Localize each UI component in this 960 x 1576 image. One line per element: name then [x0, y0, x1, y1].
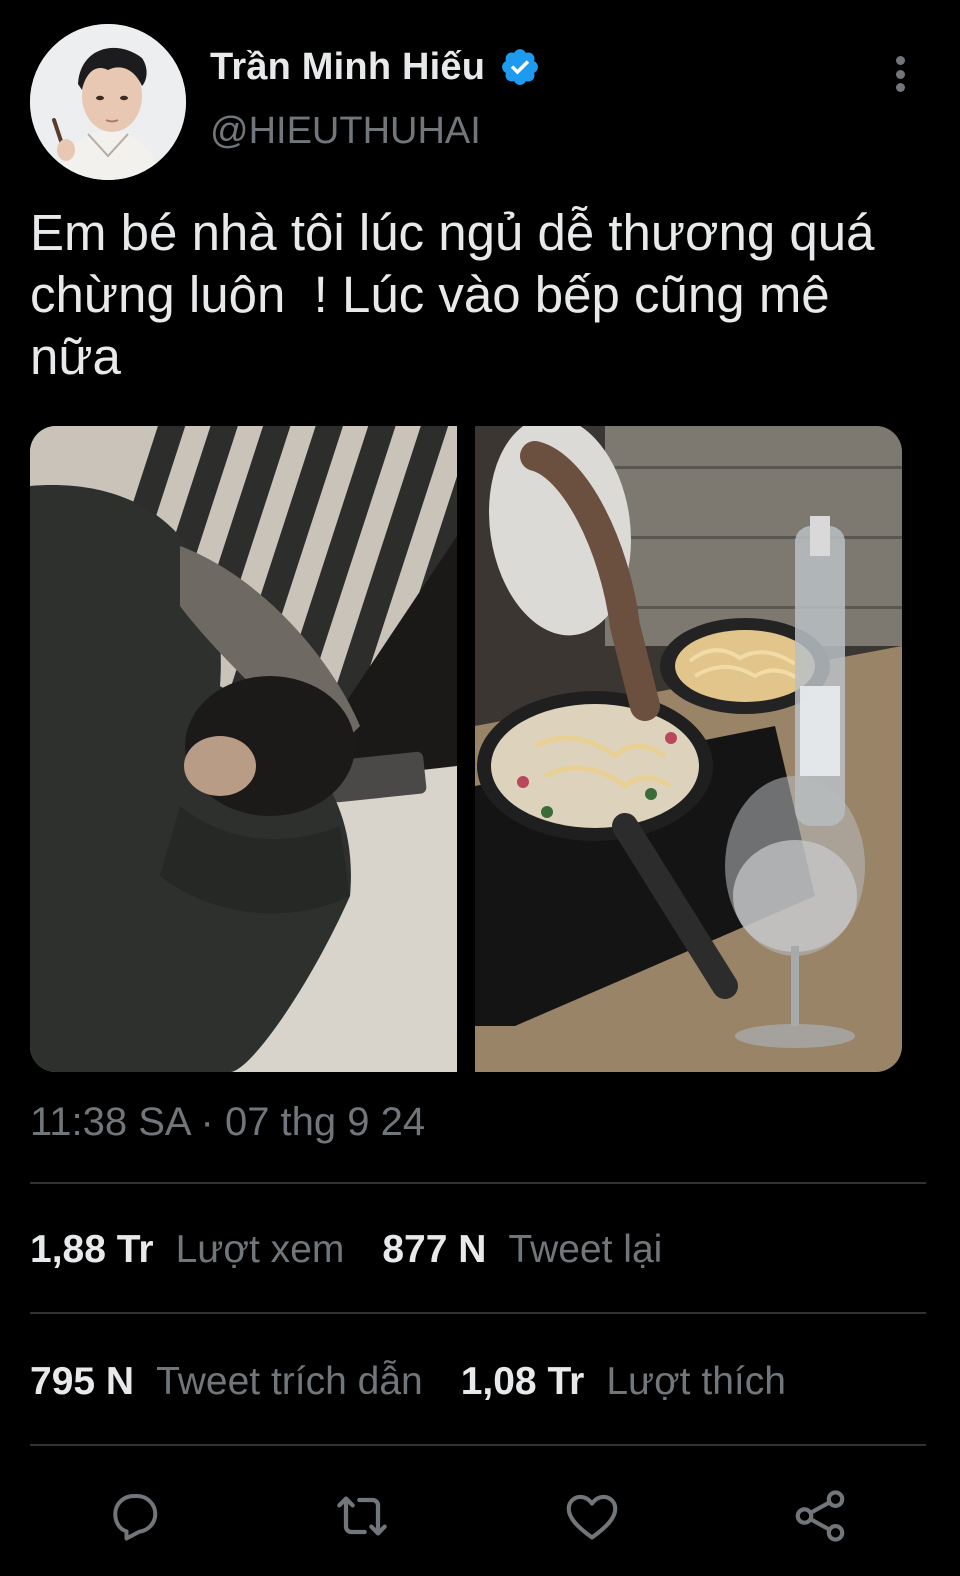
tweet-header: Trần Minh Hiếu @HIEUTHUHAI — [30, 24, 930, 184]
name-row: Trần Minh Hiếu — [210, 44, 541, 90]
retweets-label[interactable]: Tweet lại — [508, 1228, 662, 1272]
like-button[interactable] — [560, 1484, 624, 1548]
author-handle[interactable]: @HIEUTHUHAI — [210, 110, 481, 153]
reply-icon — [113, 1494, 158, 1541]
likes-count[interactable]: 1,08 Tr — [461, 1360, 585, 1404]
views-count: 1,88 Tr — [30, 1228, 154, 1271]
divider — [30, 1444, 926, 1446]
share-button[interactable] — [788, 1484, 852, 1548]
verified-badge-icon[interactable] — [499, 46, 541, 88]
more-dot — [895, 83, 905, 92]
quotes-count[interactable]: 795 N — [30, 1360, 134, 1404]
views-label: Lượt xem — [175, 1228, 345, 1271]
more-dot — [895, 56, 905, 65]
reply-button[interactable] — [102, 1484, 166, 1548]
sleeping-person-photo-icon — [30, 426, 457, 1072]
media-photo-sleeping[interactable] — [30, 426, 457, 1072]
quotes-label[interactable]: Tweet trích dẫn — [156, 1360, 423, 1404]
tweet-text: Em bé nhà tôi lúc ngủ dễ thương quá chừn… — [30, 204, 875, 385]
retweet-icon — [337, 1496, 387, 1536]
author-display-name[interactable]: Trần Minh Hiếu — [210, 46, 485, 89]
tweet-timestamp[interactable]: 11:38 SA · 07 thg 9 24 — [30, 1100, 425, 1145]
stats-row-quotes-likes: 795 N Tweet trích dẫn 1,08 Tr Lượt thích — [30, 1352, 824, 1412]
author-avatar[interactable] — [30, 24, 186, 180]
like-icon — [566, 1494, 618, 1540]
cooking-pasta-photo-icon — [475, 426, 902, 1072]
divider — [30, 1182, 926, 1184]
more-options-icon[interactable] — [870, 52, 930, 96]
likes-label[interactable]: Lượt thích — [606, 1360, 786, 1404]
tweet-action-bar — [0, 1480, 960, 1560]
share-icon — [795, 1490, 845, 1542]
retweets-count[interactable]: 877 N — [382, 1228, 486, 1272]
avatar-image — [30, 24, 186, 180]
media-photo-cooking[interactable] — [475, 426, 902, 1072]
more-dot — [895, 69, 905, 79]
tweet-media-grid — [30, 426, 902, 1072]
retweet-button[interactable] — [330, 1484, 394, 1548]
stats-row-views-retweets: 1,88 Tr Lượt xem 877 N Tweet lại — [30, 1220, 700, 1280]
divider — [30, 1312, 926, 1314]
